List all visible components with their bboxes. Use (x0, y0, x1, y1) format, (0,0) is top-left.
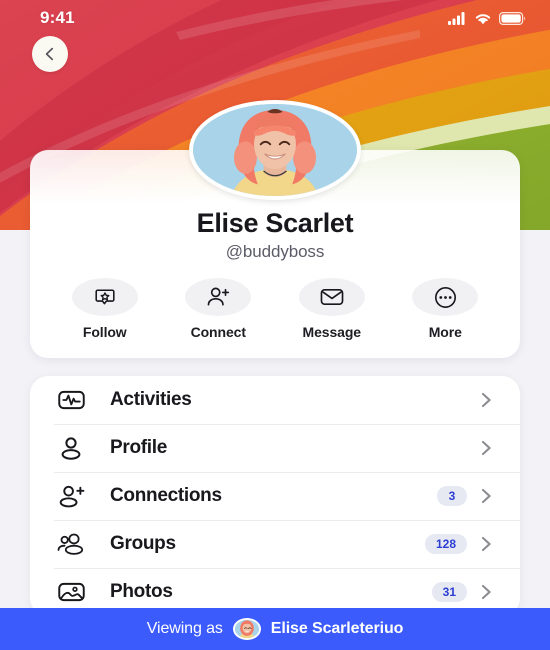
envelope-icon (320, 289, 344, 306)
menu-icon-wrap (54, 532, 88, 556)
battery-full-icon (499, 11, 526, 25)
status-bar-time: 9:41 (40, 8, 75, 27)
menu-label-profile: Profile (110, 437, 168, 458)
profile-avatar-image (189, 100, 361, 200)
message-button-label: Message (302, 324, 362, 341)
menu-icon-wrap (54, 484, 88, 508)
more-button-label: More (428, 324, 462, 341)
follow-star-bubble-icon (95, 289, 115, 305)
chevron-right-icon (481, 536, 491, 552)
connect-button[interactable]: Connect (170, 278, 266, 340)
menu-chevron-photos (481, 584, 492, 600)
chevron-right-icon (481, 440, 491, 456)
connect-button-label: Connect (190, 324, 246, 341)
message-button-circle (298, 278, 365, 317)
profile-action-row: Follow Connect Message More (30, 278, 520, 340)
menu-label-activities: Activities (110, 389, 192, 410)
more-dots-circle-icon (434, 286, 456, 308)
more-button-circle (412, 278, 479, 317)
chevron-right-icon (481, 584, 491, 600)
menu-icon-wrap (54, 389, 88, 411)
follow-button[interactable]: Follow (57, 278, 153, 340)
back-button[interactable] (32, 36, 68, 72)
status-bar: 9:41 (0, 0, 550, 36)
menu-label-connections: Connections (110, 485, 222, 506)
menu-chevron-groups (481, 536, 492, 552)
chevron-left-icon (45, 47, 54, 61)
people-group-icon (57, 533, 84, 555)
phone-screen: 9:41 Elise Scarlet @buddyboss Follow Con… (0, 0, 550, 650)
person-add-icon (59, 485, 84, 508)
more-button[interactable]: More (397, 278, 493, 340)
menu-item-connections[interactable]: Connections 3 (30, 472, 520, 520)
profile-avatar[interactable] (189, 100, 361, 200)
menu-chevron-connections (481, 488, 492, 504)
person-icon (61, 437, 81, 460)
profile-handle: @buddyboss (225, 242, 325, 262)
chevron-right-icon (481, 488, 491, 504)
menu-label-photos: Photos (110, 581, 173, 602)
menu-chevron-activities (481, 392, 492, 408)
person-add-icon (207, 287, 230, 306)
activity-pulse-icon (57, 390, 85, 410)
profile-menu-card: Activities Profile Connections 3 Groups … (30, 376, 520, 616)
viewing-as-name: Elise Scarleteriuo (270, 620, 404, 637)
profile-display-name: Elise Scarlet (196, 208, 354, 238)
photo-image-icon (57, 582, 85, 602)
viewing-as-label: Viewing as (146, 620, 223, 637)
chevron-right-icon (481, 392, 491, 408)
follow-button-label: Follow (82, 324, 127, 341)
menu-badge-photos: 31 (431, 582, 467, 602)
menu-icon-wrap (54, 581, 88, 603)
wifi-icon (475, 13, 491, 24)
user-avatar-photo (193, 104, 357, 196)
menu-badge-connections: 3 (437, 486, 467, 506)
menu-chevron-profile (481, 440, 492, 456)
status-bar-icons (448, 11, 526, 25)
menu-item-profile[interactable]: Profile (30, 424, 520, 472)
message-button[interactable]: Message (284, 278, 380, 340)
connect-button-circle (185, 278, 252, 317)
menu-item-activities[interactable]: Activities (30, 376, 520, 424)
menu-icon-wrap (54, 436, 88, 460)
menu-badge-groups: 128 (424, 534, 467, 554)
viewing-as-avatar (232, 618, 261, 640)
user-avatar-photo-small (234, 620, 259, 638)
viewing-as-bar[interactable]: Viewing as Elise Scarleteriuo (0, 608, 550, 650)
menu-item-groups[interactable]: Groups 128 (30, 520, 520, 568)
menu-label-groups: Groups (110, 533, 176, 554)
follow-button-circle (71, 278, 138, 317)
cellular-signal-icon (448, 11, 465, 25)
